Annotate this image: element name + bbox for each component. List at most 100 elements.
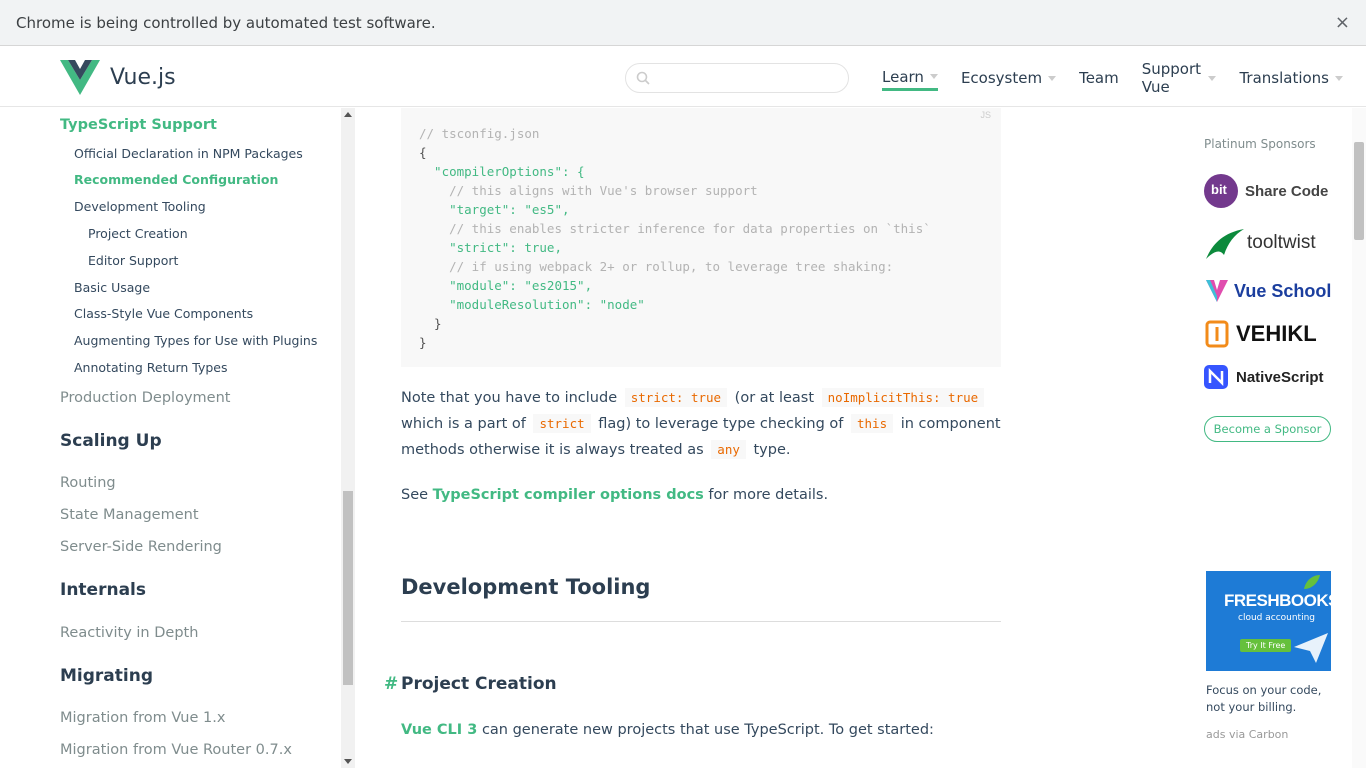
sidebar-item-basic-usage[interactable]: Basic Usage (74, 280, 150, 295)
infobar-message: Chrome is being controlled by automated … (16, 13, 436, 32)
sponsor-bit[interactable]: bit Share Code (1204, 174, 1328, 208)
sidebar-item-development-tooling[interactable]: Development Tooling (74, 199, 206, 214)
code-line: } (419, 316, 442, 331)
text: Note that you have to include (401, 390, 618, 406)
code-lang-label: JS (980, 110, 991, 120)
sidebar: TypeScript Support Official Declaration … (0, 108, 341, 768)
paper-plane-icon (1294, 633, 1328, 663)
scroll-down-icon[interactable] (344, 759, 352, 764)
sidebar-item-official-declaration[interactable]: Official Declaration in NPM Packages (74, 146, 303, 161)
nav-ecosystem[interactable]: Ecosystem (961, 65, 1057, 91)
vue-school-logo-icon (1206, 280, 1228, 302)
sidebar-scrollbar[interactable] (341, 108, 355, 768)
sponsor-name: NativeScript (1236, 368, 1324, 386)
code-line: "moduleResolution": "node" (419, 297, 645, 312)
sidebar-item-reactivity[interactable]: Reactivity in Depth (60, 625, 198, 641)
sidebar-item-editor-support[interactable]: Editor Support (88, 253, 178, 268)
become-sponsor-button[interactable]: Become a Sponsor (1204, 416, 1331, 442)
sponsor-name: tooltwist (1247, 232, 1316, 253)
text: which is a part of (401, 416, 526, 432)
chevron-down-icon (1208, 75, 1217, 81)
nav-label: Team (1079, 69, 1119, 87)
nav-support-vue[interactable]: Support Vue (1142, 60, 1217, 96)
code-line: // if using webpack 2+ or rollup, to lev… (419, 259, 894, 274)
vehikl-logo-icon (1205, 320, 1229, 348)
window-scrollbar-thumb[interactable] (1354, 142, 1364, 240)
nav-learn[interactable]: Learn (882, 65, 938, 91)
sponsors-title: Platinum Sponsors (1204, 137, 1316, 151)
sponsor-vehikl[interactable]: VEHIKL (1204, 320, 1317, 348)
sidebar-item-migration-vue1[interactable]: Migration from Vue 1.x (60, 710, 225, 726)
heading-project-creation: Project Creation (401, 674, 557, 694)
sidebar-item-typescript-support[interactable]: TypeScript Support (60, 117, 217, 133)
code-line: "module": "es2015", (419, 278, 593, 293)
paragraph: Vue CLI 3 can generate new projects that… (401, 722, 934, 738)
code-line: // tsconfig.json (419, 126, 540, 141)
paragraph: methods otherwise it is always treated a… (401, 440, 791, 459)
heading-anchor-link[interactable]: # (384, 674, 398, 694)
heading-development-tooling: Development Tooling (401, 575, 651, 599)
nav-translations[interactable]: Translations (1239, 65, 1343, 91)
freshbooks-logo: FRESHBOOKS (1224, 591, 1331, 610)
bit-badge: bit (1211, 182, 1227, 197)
site-header: Vue.js Learn Ecosystem Team Support Vue … (0, 47, 1366, 107)
code-line: } (419, 335, 427, 350)
sidebar-item-class-style[interactable]: Class-Style Vue Components (74, 306, 253, 321)
paragraph: See TypeScript compiler options docs for… (401, 487, 828, 503)
sponsor-name: Share Code (1245, 182, 1329, 200)
ad-via-carbon[interactable]: ads via Carbon (1206, 728, 1288, 741)
chevron-down-icon (1048, 75, 1057, 81)
code-line: "target": "es5", (419, 202, 570, 217)
main-nav: Learn Ecosystem Team Support Vue Transla… (882, 60, 1366, 96)
chevron-down-icon (1335, 75, 1343, 81)
paragraph: Note that you have to include strict: tr… (401, 388, 987, 407)
scroll-up-icon[interactable] (344, 112, 352, 117)
sidebar-item-annotating-return-types[interactable]: Annotating Return Types (74, 360, 228, 375)
sidebar-item-recommended-configuration[interactable]: Recommended Configuration (74, 172, 278, 187)
nav-team[interactable]: Team (1079, 65, 1119, 91)
ad-try-button: Try It Free (1240, 639, 1292, 652)
sponsor-nativescript[interactable]: NativeScript (1204, 365, 1324, 389)
ad-text[interactable]: Focus on your code, not your billing. (1206, 682, 1336, 716)
sidebar-item-migration-router[interactable]: Migration from Vue Router 0.7.x (60, 742, 292, 758)
scrollbar-thumb[interactable] (343, 491, 353, 685)
text: can generate new projects that use TypeS… (481, 722, 934, 738)
sponsor-vue-school[interactable]: Vue School (1204, 278, 1331, 304)
chevron-down-icon (929, 74, 938, 79)
sidebar-heading-scaling-up: Scaling Up (60, 431, 162, 451)
inline-code: any (711, 440, 746, 459)
search-icon (636, 71, 650, 85)
tooltwist-logo-icon (1206, 229, 1244, 259)
nav-label: Learn (882, 67, 924, 86)
sidebar-item-augmenting-types[interactable]: Augmenting Types for Use with Plugins (74, 333, 317, 348)
inline-code: this (851, 414, 894, 433)
logo-text: Vue.js (110, 65, 176, 90)
vue-cli-link[interactable]: Vue CLI 3 (401, 722, 477, 738)
sidebar-item-routing[interactable]: Routing (60, 475, 116, 491)
code-line: "strict": true, (419, 240, 562, 255)
ad-subtitle: cloud accounting (1238, 613, 1316, 623)
nativescript-logo-icon (1204, 365, 1228, 389)
sidebar-item-state-management[interactable]: State Management (60, 507, 199, 523)
code-line: // this aligns with Vue's browser suppor… (419, 183, 758, 198)
vue-logo-icon (60, 60, 100, 95)
sidebar-heading-migrating: Migrating (60, 666, 153, 686)
text: type. (753, 442, 791, 458)
carbon-ad-image[interactable]: FRESHBOOKS cloud accounting Try It Free (1206, 571, 1331, 671)
search-input[interactable] (625, 63, 849, 93)
vue-logo-link[interactable]: Vue.js (60, 60, 176, 95)
sidebar-item-project-creation[interactable]: Project Creation (88, 226, 188, 241)
close-icon[interactable]: × (1335, 12, 1350, 33)
code-line: "compilerOptions": { (419, 164, 585, 179)
sponsor-tooltwist[interactable]: tooltwist (1204, 225, 1316, 261)
nav-label: Translations (1239, 69, 1329, 87)
typescript-compiler-options-link[interactable]: TypeScript compiler options docs (433, 487, 704, 503)
sidebar-item-ssr[interactable]: Server-Side Rendering (60, 539, 222, 555)
automation-infobar: Chrome is being controlled by automated … (0, 0, 1366, 46)
sidebar-item-production-deployment[interactable]: Production Deployment (60, 390, 230, 406)
inline-code: strict: true (624, 388, 728, 407)
window-scrollbar[interactable] (1352, 108, 1366, 768)
text: in component (900, 416, 1001, 432)
text: methods otherwise it is always treated a… (401, 442, 704, 458)
divider (401, 621, 1001, 622)
